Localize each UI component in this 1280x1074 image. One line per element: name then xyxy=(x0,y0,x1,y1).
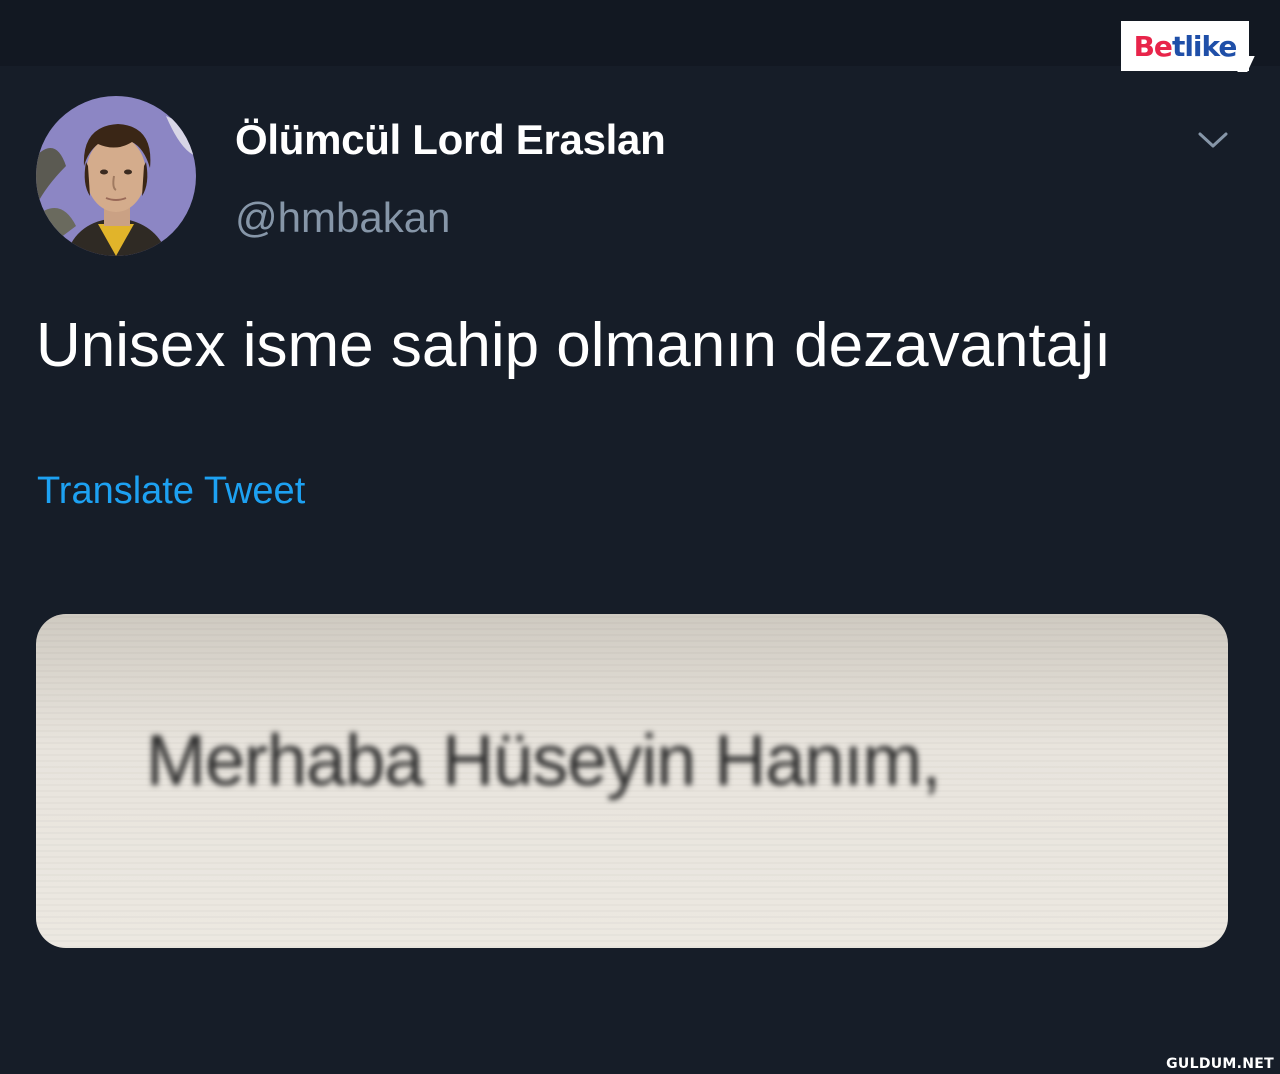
watermark: GULDUM.NET xyxy=(1166,1056,1274,1072)
brand-logo: Be tlike xyxy=(1121,21,1249,71)
tweet-text: Unisex isme sahip olmanın dezavantajı xyxy=(36,311,1112,380)
avatar[interactable] xyxy=(36,96,196,256)
brand-logo-part2: tlike xyxy=(1171,29,1237,63)
media-caption-text: Merhaba Hüseyin Hanım, xyxy=(146,721,941,801)
brand-logo-part1: Be xyxy=(1133,29,1173,63)
tweet-media[interactable]: Merhaba Hüseyin Hanım, xyxy=(36,614,1228,948)
avatar-image xyxy=(36,96,196,256)
translate-tweet-link[interactable]: Translate Tweet xyxy=(37,470,305,513)
chevron-down-icon[interactable] xyxy=(1196,128,1230,152)
display-name[interactable]: Ölümcül Lord Eraslan xyxy=(235,116,666,164)
user-handle[interactable]: @hmbakan xyxy=(235,194,450,242)
top-strip xyxy=(0,0,1280,66)
